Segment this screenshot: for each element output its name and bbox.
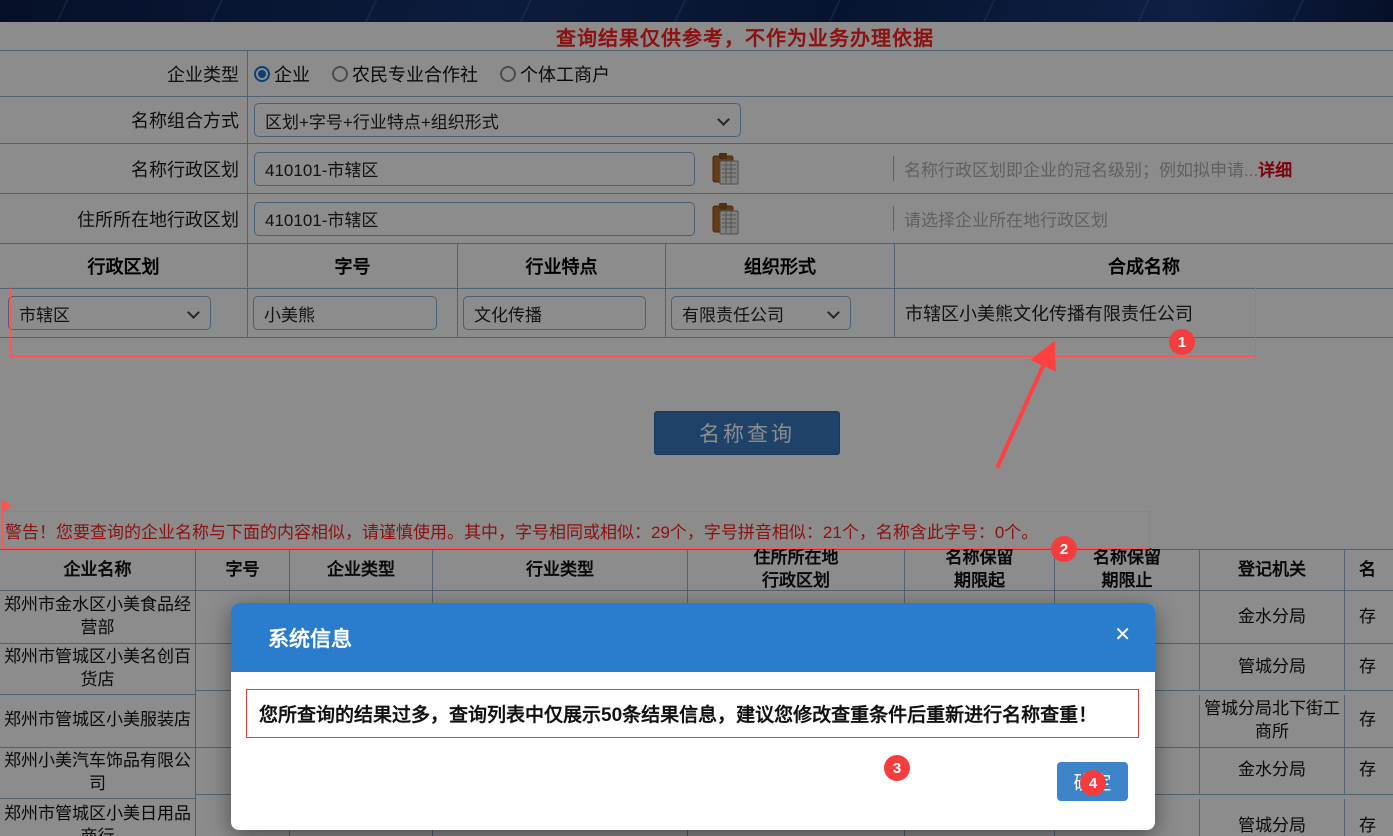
system-info-dialog: 系统信息 ✕ 您所查询的结果过多，查询列表中仅展示50条结果信息，建议您修改查重…	[231, 603, 1155, 830]
confirm-button[interactable]: 确定	[1057, 762, 1128, 801]
dialog-message: 您所查询的结果过多，查询列表中仅展示50条结果信息，建议您修改查重条件后重新进行…	[259, 700, 1097, 727]
dialog-header: 系统信息 ✕	[231, 603, 1155, 672]
close-icon[interactable]: ✕	[1114, 625, 1131, 645]
dialog-title: 系统信息	[231, 623, 352, 653]
dialog-message-box: 您所查询的结果过多，查询列表中仅展示50条结果信息，建议您修改查重条件后重新进行…	[246, 689, 1139, 738]
